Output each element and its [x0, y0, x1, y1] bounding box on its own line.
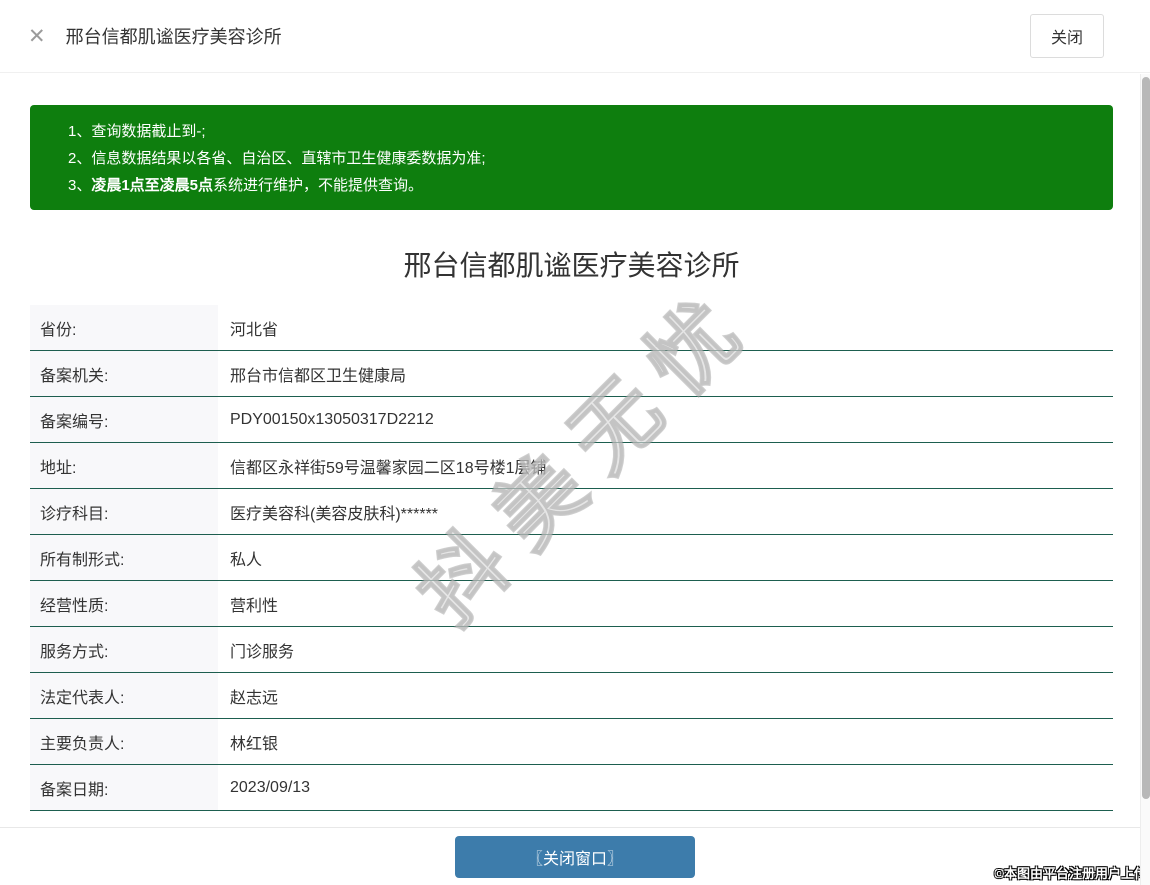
notice-line-2-text: 信息数据结果以各省、自治区、直辖市卫生健康委数据为准; [91, 150, 486, 167]
row-value: 赵志远 [230, 689, 279, 707]
row-value: 营利性 [230, 597, 279, 615]
content-area: 1、查询数据截止到-; 2、信息数据结果以各省、自治区、直辖市卫生健康委数据为准… [30, 105, 1113, 811]
notice-line-3-text: 系统进行维护，不能提供查询。 [213, 177, 424, 194]
notice-line-3-num: 3、 [68, 177, 92, 194]
page-title: 邢台信都肌谧医疗美容诊所 [403, 250, 740, 281]
row-label: 省份: [30, 305, 218, 350]
row-label: 备案机关: [30, 351, 218, 396]
row-value: 林红银 [230, 735, 279, 753]
table-row: 法定代表人: 赵志远 [30, 673, 1113, 719]
row-value: 邢台市信都区卫生健康局 [230, 367, 407, 385]
table-row: 所有制形式: 私人 [30, 535, 1113, 581]
table-row: 经营性质: 营利性 [30, 581, 1113, 627]
close-window-button[interactable]: 〖关闭窗口〗 [455, 835, 695, 878]
table-row: 备案机关: 邢台市信都区卫生健康局 [30, 351, 1113, 397]
footer-bar: 〖关闭窗口〗 [0, 828, 1150, 885]
scrollbar-track[interactable] [1140, 74, 1150, 885]
row-label: 经营性质: [30, 581, 218, 626]
row-label: 地址: [30, 443, 218, 488]
row-label: 法定代表人: [30, 673, 218, 718]
row-value: 医疗美容科(美容皮肤科)****** [230, 505, 439, 523]
row-value: 2023/09/13 [230, 778, 311, 796]
row-value: PDY00150x13050317D2212 [230, 410, 434, 428]
table-row: 备案日期: 2023/09/13 [30, 765, 1113, 811]
notice-box: 1、查询数据截止到-; 2、信息数据结果以各省、自治区、直辖市卫生健康委数据为准… [30, 105, 1113, 210]
info-table: 省份: 河北省 备案机关: 邢台市信都区卫生健康局 备案编号: PDY00150x1305… [30, 305, 1113, 811]
close-button[interactable]: 关闭 [1029, 14, 1104, 58]
top-bar: ✕ 邢台信都肌谧医疗美容诊所 关闭 [0, 0, 1150, 73]
row-label: 主要负责人: [30, 719, 218, 764]
table-row: 省份: 河北省 [30, 305, 1113, 351]
table-row: 地址: 信都区永祥街59号温馨家园二区18号楼1层铺 [30, 443, 1113, 489]
row-label: 所有制形式: [30, 535, 218, 580]
row-value: 门诊服务 [230, 643, 295, 661]
window-title: 邢台信都肌谧医疗美容诊所 [65, 27, 282, 47]
table-row: 诊疗科目: 医疗美容科(美容皮肤科)****** [30, 489, 1113, 535]
row-value: 私人 [230, 551, 263, 569]
notice-line-1-text: 查询数据截止到-; [91, 123, 206, 140]
row-label: 诊疗科目: [30, 489, 218, 534]
notice-line-2-num: 2、 [68, 150, 92, 167]
close-icon[interactable]: ✕ [28, 26, 46, 47]
row-value: 信都区永祥街59号温馨家园二区18号楼1层铺 [230, 459, 547, 477]
notice-line-1-num: 1、 [68, 123, 92, 140]
row-label: 服务方式: [30, 627, 218, 672]
row-label: 备案编号: [30, 397, 218, 442]
table-row: 备案编号: PDY00150x13050317D2212 [30, 397, 1113, 443]
notice-line-3-bold: 凌晨1点至凌晨5点 [91, 177, 214, 194]
table-row: 服务方式: 门诊服务 [30, 627, 1113, 673]
notice-line-3: 3、凌晨1点至凌晨5点系统进行维护，不能提供查询。 [68, 172, 1093, 199]
table-row: 主要负责人: 林红银 [30, 719, 1113, 765]
notice-line-2: 2、信息数据结果以各省、自治区、直辖市卫生健康委数据为准; [68, 145, 1093, 172]
scrollbar-thumb[interactable] [1142, 77, 1150, 799]
row-value: 河北省 [230, 321, 279, 339]
notice-line-1: 1、查询数据截止到-; [68, 118, 1093, 145]
row-label: 备案日期: [30, 765, 218, 810]
